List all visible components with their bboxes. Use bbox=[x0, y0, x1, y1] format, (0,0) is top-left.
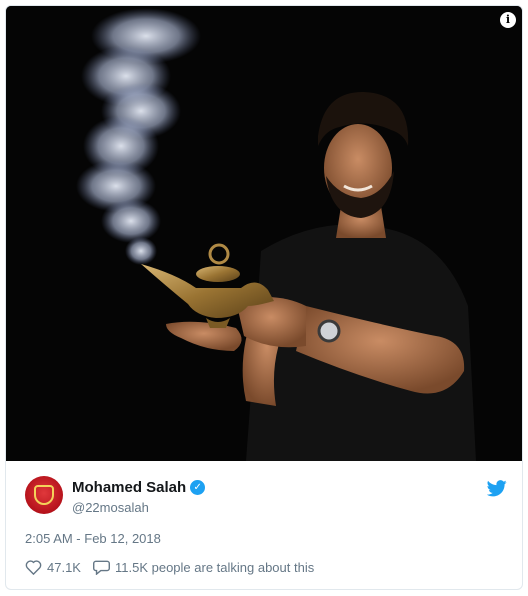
like-action[interactable]: 47.1K bbox=[25, 559, 81, 575]
author-name[interactable]: Mohamed Salah bbox=[72, 479, 186, 496]
tweet-card[interactable]: i Mohamed Salah ✓ @22mosalah 2:05 AM - F… bbox=[5, 5, 523, 590]
tweet-timestamp[interactable]: 2:05 AM - Feb 12, 2018 bbox=[25, 531, 161, 546]
verified-badge-icon: ✓ bbox=[190, 480, 206, 495]
avatar[interactable] bbox=[25, 476, 63, 514]
liverpool-crest-icon bbox=[34, 485, 54, 505]
tweet-actions: 47.1K 11.5K people are talking about thi… bbox=[25, 559, 326, 575]
twitter-bird-icon[interactable] bbox=[487, 480, 507, 497]
author-handle[interactable]: @22mosalah bbox=[72, 500, 149, 515]
talking-action[interactable]: 11.5K people are talking about this bbox=[92, 559, 315, 575]
tweet-media-photo[interactable]: i bbox=[6, 6, 522, 461]
heart-icon bbox=[25, 560, 42, 575]
tweet-author[interactable]: Mohamed Salah ✓ @22mosalah bbox=[25, 476, 507, 520]
info-icon[interactable]: i bbox=[500, 12, 516, 28]
speech-bubble-icon bbox=[92, 560, 110, 575]
like-count: 47.1K bbox=[47, 559, 81, 575]
photo-man-with-lamp bbox=[6, 6, 522, 461]
wristwatch bbox=[317, 319, 341, 343]
talking-count: 11.5K people are talking about this bbox=[114, 559, 315, 575]
